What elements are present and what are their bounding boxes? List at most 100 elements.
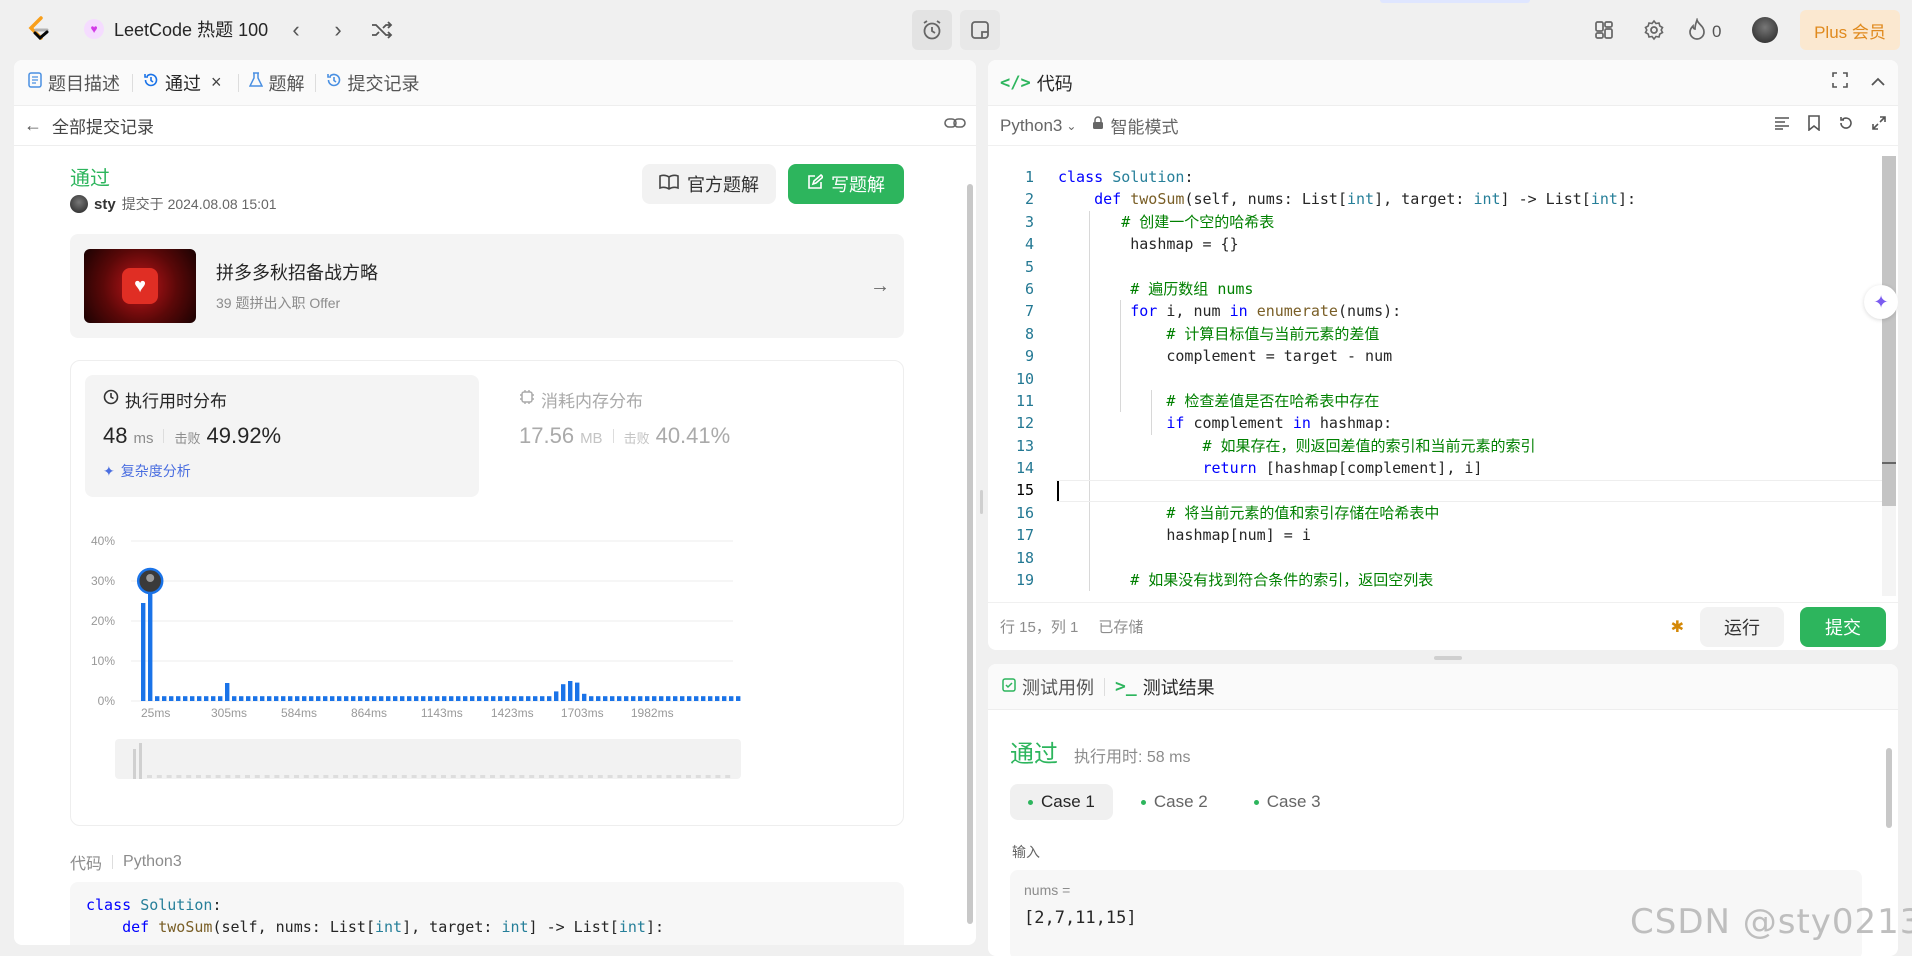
chevron-left-icon[interactable]: ‹ xyxy=(284,16,308,44)
brush-mini-bar xyxy=(695,775,701,778)
brush-mini-bar xyxy=(264,775,270,778)
tab-description[interactable]: 题目描述 xyxy=(28,70,132,96)
code-token: (nums): xyxy=(1337,302,1402,321)
username[interactable]: sty xyxy=(94,196,116,213)
editor-tab-bar: </> 代码 xyxy=(988,60,1898,106)
panel-resize-handle[interactable] xyxy=(1434,656,1462,660)
case-tab-2[interactable]: Case 2 xyxy=(1123,784,1226,820)
code-token: # 如果没有找到符合条件的索引，返回空列表 xyxy=(1058,571,1434,590)
tab-accepted[interactable]: 通过 × xyxy=(143,70,228,96)
close-tab-icon[interactable]: × xyxy=(211,72,222,93)
note-icon[interactable] xyxy=(960,10,1000,50)
pass-dot xyxy=(1140,799,1146,805)
run-button[interactable]: 运行 xyxy=(1700,606,1784,647)
submit-button[interactable]: 提交 xyxy=(1800,606,1886,647)
brush-mini-bar xyxy=(382,775,388,778)
expand-icon[interactable] xyxy=(1872,116,1886,135)
x-tick-label: 1143ms xyxy=(421,706,463,720)
case-tab-3[interactable]: Case 3 xyxy=(1236,784,1339,820)
brush-mini-bar xyxy=(235,775,241,778)
line-number: 11 xyxy=(1015,391,1034,410)
code-token: # 检查差值是否在哈希表中存在 xyxy=(1058,391,1380,410)
code-token: class xyxy=(1058,168,1113,186)
layout-grid-icon[interactable] xyxy=(1590,18,1618,42)
vertical-resize-handle[interactable] xyxy=(980,490,983,514)
code-token: def xyxy=(86,918,159,937)
code-line: hashmap = {} xyxy=(1058,233,1636,255)
memory-box[interactable]: 消耗内存分布 17.56 MB 击败 40.41% xyxy=(501,375,881,497)
code-editor-panel: </> 代码 Python3 ⌄ 智能模式 1 2 3 4 5 6 7 8 9 10 11 12 13 1 xyxy=(988,60,1898,650)
ai-assistant-sparkle-icon[interactable]: ✦ xyxy=(1864,285,1898,319)
code-line: # 检查差值是否在哈希表中存在 xyxy=(1058,390,1636,412)
chevron-up-icon[interactable] xyxy=(1870,74,1886,92)
brush-mini-bar xyxy=(411,775,417,778)
tab-testcase[interactable]: 测试用例 xyxy=(1002,674,1094,700)
format-align-icon[interactable] xyxy=(1774,116,1790,135)
code-label: 代码 xyxy=(70,856,103,873)
document-icon xyxy=(28,72,42,93)
code-line: # 将当前元素的值和索引存储在哈希表中 xyxy=(1058,502,1636,524)
code-content[interactable]: class Solution: def twoSum(self, nums: L… xyxy=(1058,166,1636,592)
language-select[interactable]: Python3 ⌄ xyxy=(1000,116,1076,136)
complexity-analysis-link[interactable]: ✦ 复杂度分析 xyxy=(103,461,191,481)
bookmark-icon[interactable] xyxy=(1808,115,1820,136)
promo-card[interactable]: ♥ 拼多多秋招备战方略 39 题拼出入职 Offer → xyxy=(70,234,904,338)
code-editor[interactable]: 1234567891011121314151617181920 class So… xyxy=(988,156,1886,592)
tab-submissions[interactable]: 提交记录 xyxy=(326,70,420,96)
tab-solutions[interactable]: 题解 xyxy=(248,70,305,96)
brush-mini-bar xyxy=(499,775,505,778)
histogram-bar xyxy=(652,696,657,701)
debug-bug-icon[interactable]: ✱ xyxy=(1671,617,1684,637)
alarm-clock-icon[interactable] xyxy=(912,10,952,50)
histogram-bar xyxy=(358,696,363,701)
official-solution-button[interactable]: 官方题解 xyxy=(642,164,776,204)
code-token: (self, nums: List[ xyxy=(1184,190,1347,209)
scrollbar-thumb[interactable] xyxy=(1882,156,1896,506)
code-token: ] -> List[ xyxy=(1500,190,1591,209)
study-plan-title[interactable]: ♥ LeetCode 热题 100 xyxy=(84,16,268,42)
case-tab-1[interactable]: Case 1 xyxy=(1010,784,1113,820)
leetcode-logo-icon[interactable] xyxy=(22,12,56,46)
y-tick-label: 0% xyxy=(98,694,116,708)
tab-test-result[interactable]: >_ 测试结果 xyxy=(1115,674,1215,700)
reset-icon[interactable] xyxy=(1838,115,1854,136)
fullscreen-icon[interactable] xyxy=(1832,72,1848,93)
code-token: hashmap: xyxy=(1319,414,1393,433)
runtime-box[interactable]: 执行用时分布 48 ms 击败 49.92% ✦ 复杂度分析 xyxy=(85,375,479,497)
user-avatar[interactable] xyxy=(1752,17,1778,43)
editor-scrollbar[interactable] xyxy=(1882,156,1896,596)
chevron-down-icon: ⌄ xyxy=(1066,118,1077,133)
x-tick-label: 864ms xyxy=(351,706,387,720)
code-tab[interactable]: </> 代码 xyxy=(1000,70,1073,96)
divider xyxy=(163,429,165,443)
code-token: def xyxy=(1058,190,1131,209)
code-token: enumerate xyxy=(1256,302,1338,321)
brush-mini-bar xyxy=(460,775,466,778)
brush-mini-bar xyxy=(294,775,299,778)
runtime-unit: ms xyxy=(133,430,154,447)
link-icon[interactable] xyxy=(944,116,966,135)
write-solution-button[interactable]: 写题解 xyxy=(788,164,904,204)
streak-counter[interactable]: 0 xyxy=(1688,16,1721,45)
smart-mode-toggle[interactable]: 智能模式 xyxy=(1092,113,1178,138)
code-token: int xyxy=(375,918,403,937)
left-scrollbar[interactable] xyxy=(964,154,976,944)
brush-mini-bar xyxy=(333,775,339,778)
plus-membership-button[interactable]: Plus 会员 xyxy=(1800,10,1900,50)
chevron-right-icon[interactable]: › xyxy=(326,16,350,44)
histogram-bar xyxy=(603,696,608,701)
x-tick-label: 1703ms xyxy=(561,706,604,720)
code-token: hashmap[num] = i xyxy=(1058,526,1311,545)
brush-mini-bar xyxy=(352,775,358,778)
scrollbar-thumb[interactable] xyxy=(967,184,973,924)
runtime-distribution-chart[interactable]: 40%30%20%10%0%25ms25ms305ms305ms584ms584… xyxy=(71,511,905,811)
back-to-submissions[interactable]: ← 全部提交记录 xyxy=(24,113,154,138)
code-token: int xyxy=(1347,190,1375,209)
settings-gear-icon[interactable] xyxy=(1640,18,1668,42)
histogram-bar xyxy=(155,696,160,701)
brush-mini-bar xyxy=(568,775,574,778)
saved-status: 已存储 xyxy=(1098,619,1144,636)
scrollbar-thumb[interactable] xyxy=(1886,748,1892,828)
histogram-bar xyxy=(372,696,377,701)
shuffle-icon[interactable] xyxy=(368,16,396,44)
